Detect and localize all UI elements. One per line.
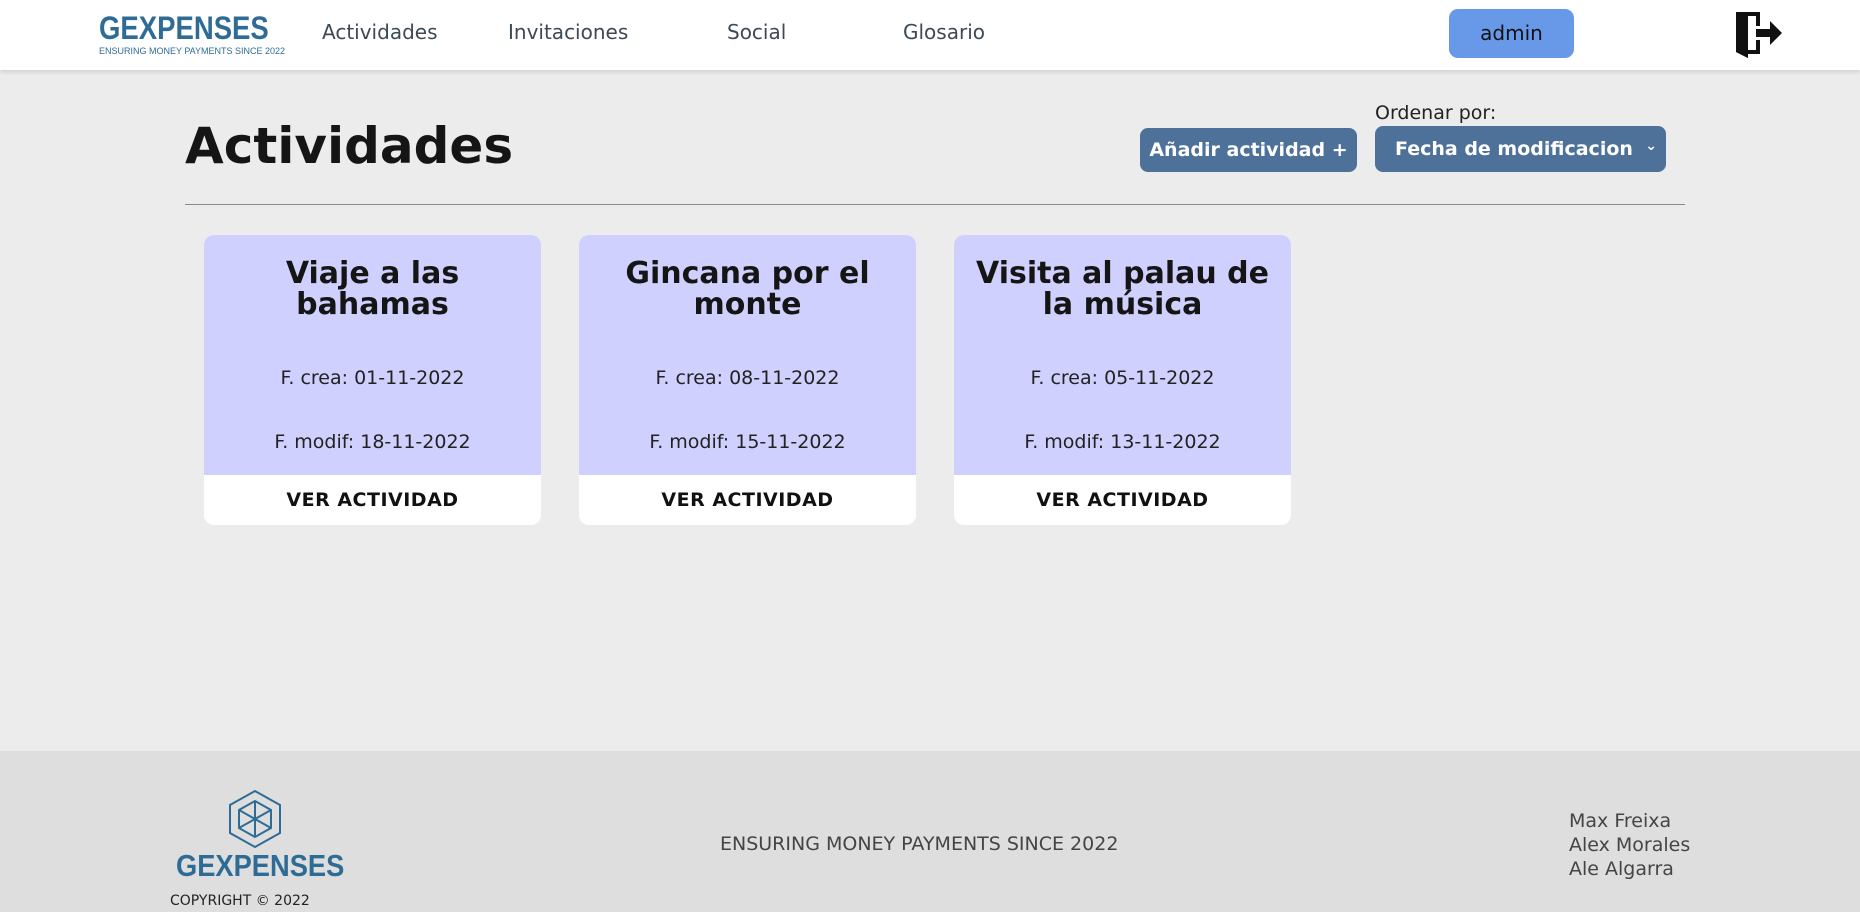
- sort-select[interactable]: Fecha de modificacion ⌄: [1375, 126, 1666, 172]
- view-activity-link[interactable]: VER ACTIVIDAD: [954, 475, 1291, 525]
- card-body: Viaje a las bahamas F. crea: 01-11-2022 …: [204, 235, 541, 475]
- brand-logo[interactable]: GEXPENSES ENSURING MONEY PAYMENTS SINCE …: [99, 10, 286, 59]
- author-name: Ale Algarra: [1569, 858, 1674, 880]
- card-body: Visita al palau de la música F. crea: 05…: [954, 235, 1291, 475]
- nav-item-glosario[interactable]: Glosario: [903, 20, 985, 44]
- chevron-down-icon: ⌄: [1645, 138, 1657, 154]
- footer: GEXPENSES COPYRIGHT © 2022 ENSURING MONE…: [0, 751, 1860, 912]
- author-name: Max Freixa: [1569, 810, 1672, 832]
- activity-card: Visita al palau de la música F. crea: 05…: [954, 235, 1291, 525]
- nav-item-actividades[interactable]: Actividades: [322, 20, 438, 44]
- card-created-date: F. crea: 05-11-2022: [1030, 367, 1215, 389]
- view-activity-link[interactable]: VER ACTIVIDAD: [579, 475, 916, 525]
- card-modified-date: F. modif: 15-11-2022: [649, 431, 846, 453]
- copyright-text: COPYRIGHT © 2022: [170, 893, 310, 909]
- sort-label: Ordenar por:: [1375, 102, 1497, 124]
- nav-item-invitaciones[interactable]: Invitaciones: [508, 20, 628, 44]
- sort-selected-value: Fecha de modificacion: [1395, 138, 1633, 160]
- card-created-date: F. crea: 01-11-2022: [280, 367, 465, 389]
- card-title: Gincana por el monte: [625, 256, 870, 322]
- user-menu-button[interactable]: admin: [1449, 9, 1574, 58]
- card-title: Visita al palau de la música: [976, 256, 1269, 322]
- activity-card: Viaje a las bahamas F. crea: 01-11-2022 …: [204, 235, 541, 525]
- view-activity-link[interactable]: VER ACTIVIDAD: [204, 475, 541, 525]
- activity-card: Gincana por el monte F. crea: 08-11-2022…: [579, 235, 916, 525]
- logo-tagline: ENSURING MONEY PAYMENTS SINCE 2022: [99, 46, 286, 56]
- author-name: Alex Morales: [1569, 834, 1691, 856]
- footer-logo-text: GEXPENSES: [176, 848, 345, 883]
- cube-logo-icon: [228, 789, 282, 849]
- logo-text: GEXPENSES: [99, 10, 269, 46]
- card-modified-date: F. modif: 13-11-2022: [1024, 431, 1221, 453]
- add-activity-button[interactable]: Añadir actividad +: [1140, 128, 1357, 172]
- authors-list: Max Freixa Alex Morales Ale Algarra: [1569, 809, 1690, 881]
- footer-slogan: ENSURING MONEY PAYMENTS SINCE 2022: [720, 833, 1119, 855]
- title-divider: [185, 204, 1685, 205]
- logout-door-icon[interactable]: [1734, 8, 1784, 58]
- card-title: Viaje a las bahamas: [285, 256, 460, 322]
- page-title: Actividades: [185, 117, 514, 175]
- nav-item-social[interactable]: Social: [727, 20, 786, 44]
- card-modified-date: F. modif: 18-11-2022: [274, 431, 471, 453]
- card-created-date: F. crea: 08-11-2022: [655, 367, 840, 389]
- card-body: Gincana por el monte F. crea: 08-11-2022…: [579, 235, 916, 475]
- top-navbar: GEXPENSES ENSURING MONEY PAYMENTS SINCE …: [0, 0, 1860, 70]
